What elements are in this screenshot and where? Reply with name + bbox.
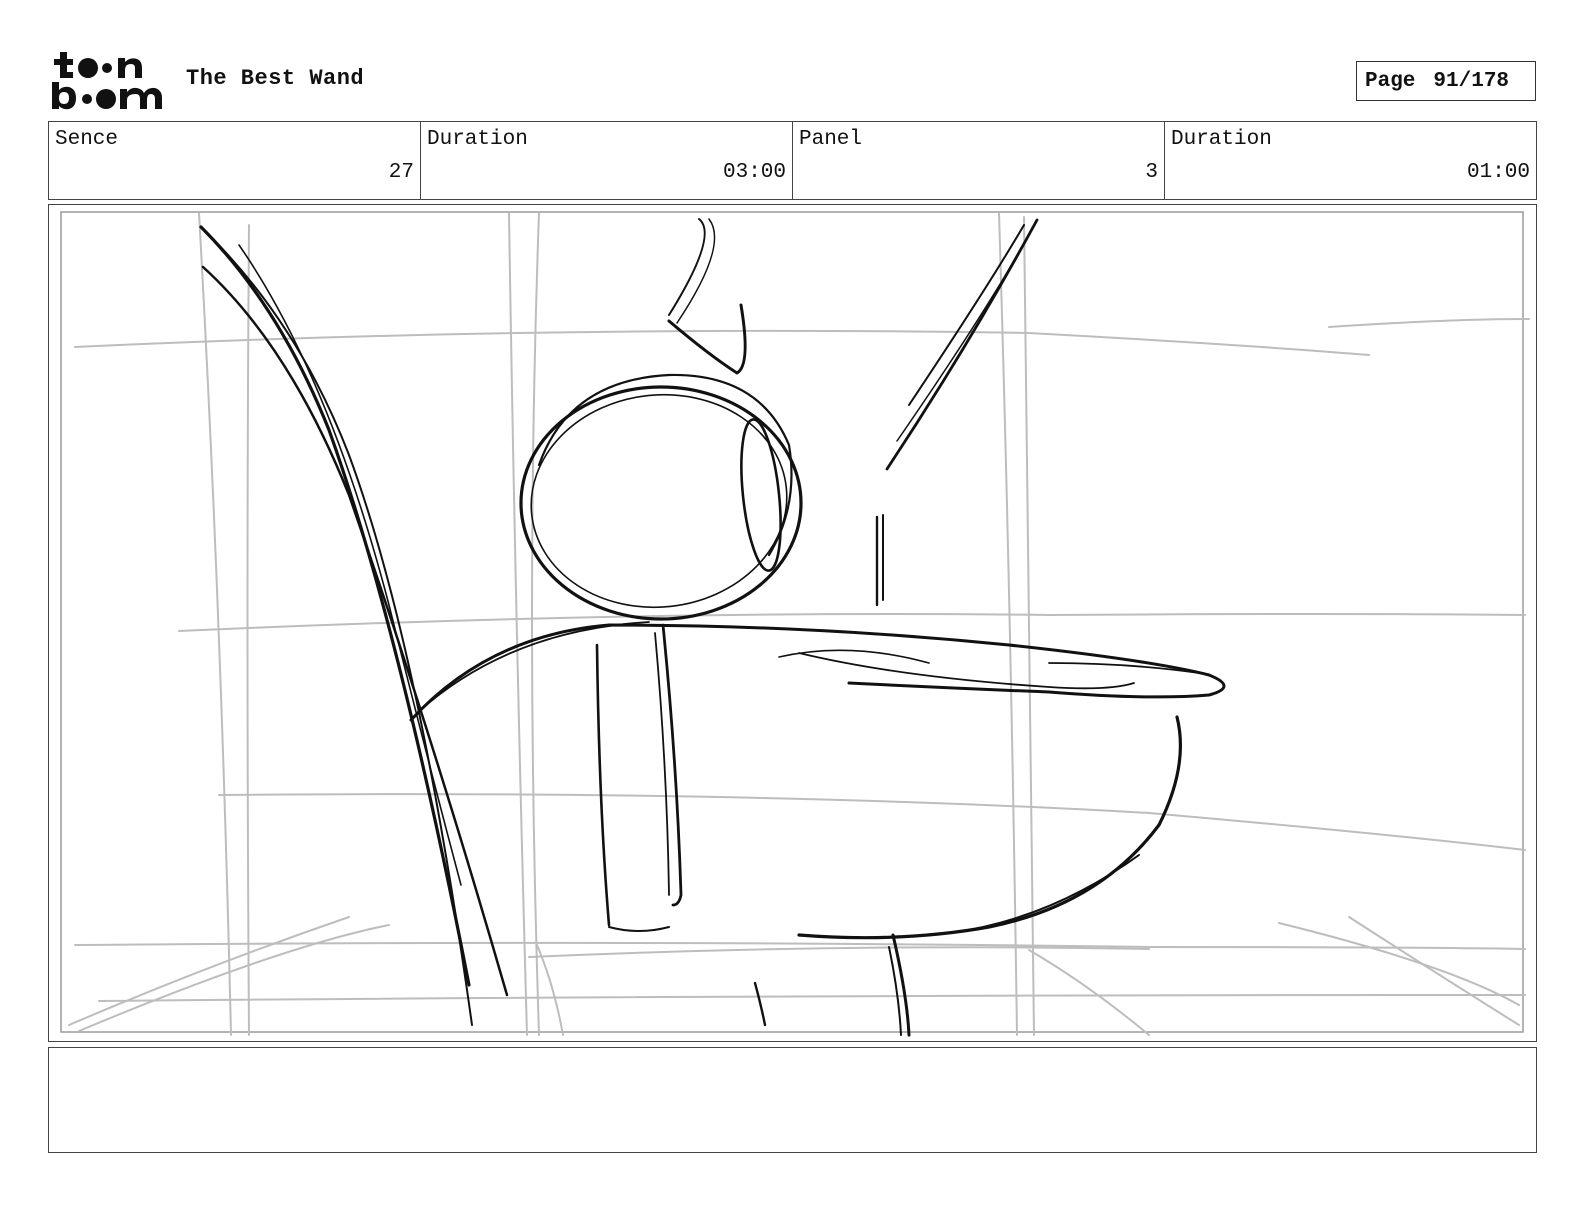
panel-duration-label: Duration [1171, 128, 1272, 151]
scene-value: 27 [388, 161, 414, 184]
project-title: The Best Wand [186, 66, 365, 91]
page-label: Page [1365, 69, 1416, 93]
panel-notes [48, 1047, 1537, 1153]
scene-duration-value: 03:00 [722, 161, 786, 184]
panel-duration-value: 01:00 [1466, 161, 1530, 184]
page-indicator: Page 91/178 [1356, 61, 1536, 101]
panel-cell: Panel 3 [793, 122, 1165, 199]
construction-guides [68, 212, 1530, 1036]
scene-cell: Sence 27 [49, 122, 421, 199]
scene-duration-label: Duration [427, 128, 528, 151]
scene-label: Sence [55, 128, 119, 151]
panel-value: 3 [1145, 161, 1158, 184]
storyboard-panel [48, 204, 1537, 1042]
scene-duration-cell: Duration 03:00 [421, 122, 793, 199]
character-sketch [199, 218, 1226, 1037]
page-number: 91/178 [1433, 69, 1510, 93]
panel-sketch [60, 211, 1530, 1037]
panel-label: Panel [799, 128, 863, 151]
scene-info-table: Sence 27 Duration 03:00 Panel 3 Duration… [48, 121, 1537, 200]
panel-duration-cell: Duration 01:00 [1165, 122, 1536, 199]
toon-boom-logo [50, 48, 166, 114]
safe-area-frame [60, 211, 1524, 1033]
